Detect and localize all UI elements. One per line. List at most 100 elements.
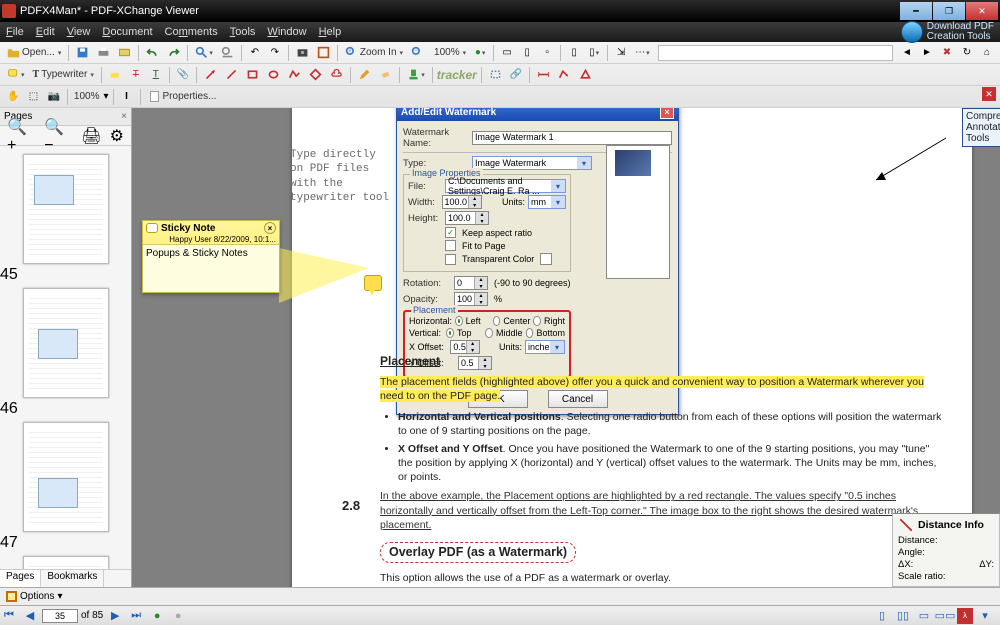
highlight-tool[interactable] <box>106 66 125 84</box>
snapshot-tool2[interactable]: 📷 <box>44 88 62 106</box>
search-button[interactable] <box>218 44 237 62</box>
layout-book-icon[interactable]: ▭▭ <box>936 608 954 624</box>
oval-tool[interactable] <box>264 66 283 84</box>
thumbnail-list[interactable]: 45 46 47 48 <box>0 146 131 569</box>
undo-button[interactable] <box>143 44 162 62</box>
line-tool[interactable] <box>222 66 241 84</box>
layout-cont-button[interactable]: ▯▾ <box>585 44 603 62</box>
polygon-tool[interactable] <box>306 66 325 84</box>
callout-annotation[interactable]: Comprehensive Annotation Tools <box>962 108 1000 147</box>
link-edit-tool[interactable]: 🔗 <box>507 66 525 84</box>
print-button[interactable] <box>94 44 113 62</box>
sticky-body[interactable]: Popups & Sticky Notes <box>143 244 279 292</box>
stamp-tool[interactable]: ▾ <box>404 66 428 84</box>
thumbnail[interactable] <box>23 422 109 532</box>
attachfile-tool[interactable]: 📎 <box>174 66 192 84</box>
nav-reload-button[interactable]: ↻ <box>958 44 976 62</box>
thumb-zoomin-icon[interactable]: 🔍+ <box>4 127 39 145</box>
navbar-menu-icon[interactable]: ▾ <box>976 608 994 624</box>
sticky-tool[interactable]: ▾ <box>4 66 28 84</box>
underline-tool[interactable]: T <box>147 66 165 84</box>
first-page-button[interactable]: ⏮ <box>0 608 18 624</box>
email-button[interactable] <box>115 44 134 62</box>
menu-view[interactable]: View <box>67 26 91 38</box>
save-button[interactable] <box>73 44 92 62</box>
polyline-tool[interactable] <box>285 66 304 84</box>
layout-single-button[interactable]: ▯ <box>565 44 583 62</box>
ocr-button[interactable] <box>314 44 333 62</box>
measure-area-tool[interactable] <box>576 66 595 84</box>
fitwidth-button[interactable]: ▯ <box>518 44 536 62</box>
rotate-cw-button[interactable]: ↷ <box>266 44 284 62</box>
menu-tools[interactable]: Tools <box>230 26 256 38</box>
properties-button[interactable]: Properties... <box>145 88 222 106</box>
menu-edit[interactable]: Edit <box>36 26 55 38</box>
nav-back-button[interactable]: ◄ <box>898 44 916 62</box>
sticky-close-icon[interactable]: × <box>264 222 276 234</box>
typewriter-tool[interactable]: TTypewriter▾ <box>30 66 97 84</box>
thumb-print-icon[interactable]: 🖨 <box>78 127 104 145</box>
tab-bookmarks[interactable]: Bookmarks <box>41 570 104 587</box>
tab-pages[interactable]: Pages <box>0 570 41 587</box>
pane-close-icon[interactable]: × <box>121 111 127 122</box>
last-page-button[interactable]: ⏭ <box>127 608 145 624</box>
sticky-note-icon[interactable] <box>364 275 382 291</box>
nav-stop-button[interactable]: ✖ <box>938 44 956 62</box>
nav-fwd-grey-button[interactable]: ● <box>169 608 187 624</box>
measure-distance-tool[interactable] <box>534 66 553 84</box>
menu-document[interactable]: Document <box>102 26 152 38</box>
link-tool[interactable] <box>486 66 505 84</box>
prev-page-button[interactable]: ◀ <box>21 608 39 624</box>
actual-button[interactable]: ▫ <box>538 44 556 62</box>
layout-single-icon[interactable]: ▯ <box>873 608 891 624</box>
strikeout-tool[interactable]: T <box>127 66 145 84</box>
thumbnail[interactable] <box>23 556 109 569</box>
close-button[interactable]: ✕ <box>966 2 998 20</box>
address-combo[interactable] <box>658 45 893 61</box>
open-button[interactable]: Open...▾ <box>4 44 64 62</box>
thumb-options-icon[interactable]: ⚙ <box>107 127 127 145</box>
thumb-zoomout-icon[interactable]: 🔍− <box>41 127 76 145</box>
document-viewer[interactable]: Sticky Note× Happy User 8/22/2009, 10:1.… <box>132 108 1000 587</box>
minimize-button[interactable]: ━ <box>900 2 932 20</box>
measure-perimeter-tool[interactable] <box>555 66 574 84</box>
nav-fwd-button[interactable]: ► <box>918 44 936 62</box>
download-pdf-tools-button[interactable]: Download PDF Creation Tools <box>901 21 994 43</box>
nav-back-green-button[interactable]: ● <box>148 608 166 624</box>
more-button[interactable]: ⋯▾ <box>632 44 653 62</box>
thumbnail[interactable] <box>23 288 109 398</box>
page-number-input[interactable] <box>42 609 78 623</box>
typewriter-annotation[interactable]: Type directly on PDF files with the type… <box>290 148 410 205</box>
plus-page-button[interactable]: ●▾ <box>471 44 489 62</box>
rect-tool[interactable] <box>243 66 262 84</box>
pdf-icon[interactable]: λ <box>957 608 973 624</box>
nav-home-button[interactable]: ⌂ <box>978 44 996 62</box>
thumbnail[interactable] <box>23 154 109 264</box>
sticky-note-popup[interactable]: Sticky Note× Happy User 8/22/2009, 10:1.… <box>142 220 280 293</box>
maximize-button[interactable]: ❐ <box>933 2 965 20</box>
export-button[interactable]: ⇲ <box>612 44 630 62</box>
menu-file[interactable]: File <box>6 26 24 38</box>
fitpage-button[interactable]: ▭ <box>498 44 516 62</box>
eraser-tool[interactable] <box>376 66 395 84</box>
arrow-tool[interactable] <box>201 66 220 84</box>
cloud-tool[interactable] <box>327 66 346 84</box>
layout-facing-icon[interactable]: ▭ <box>915 608 933 624</box>
menu-comments[interactable]: Comments <box>165 26 218 38</box>
tabstrip-close-button[interactable]: ✕ <box>982 87 996 101</box>
next-page-button[interactable]: ▶ <box>106 608 124 624</box>
find-button[interactable]: ▾ <box>192 44 216 62</box>
redo-button[interactable] <box>164 44 183 62</box>
text-select-tool[interactable]: I <box>118 88 136 106</box>
options-button[interactable]: Options▾ <box>6 591 63 602</box>
menu-window[interactable]: Window <box>267 26 306 38</box>
snapshot-button[interactable] <box>293 44 312 62</box>
select-tool[interactable]: ⬚ <box>24 88 42 106</box>
zoom-pct-combo[interactable]: 100%▾ <box>429 44 469 62</box>
zoomin-button[interactable]: +Zoom In▾ <box>342 44 406 62</box>
hand-tool[interactable]: ✋ <box>4 88 22 106</box>
pencil-tool[interactable] <box>355 66 374 84</box>
rotate-ccw-button[interactable]: ↶ <box>246 44 264 62</box>
dimension-annotation[interactable]: 1.55 in <box>996 168 1000 288</box>
layout-cont-icon[interactable]: ▯▯ <box>894 608 912 624</box>
